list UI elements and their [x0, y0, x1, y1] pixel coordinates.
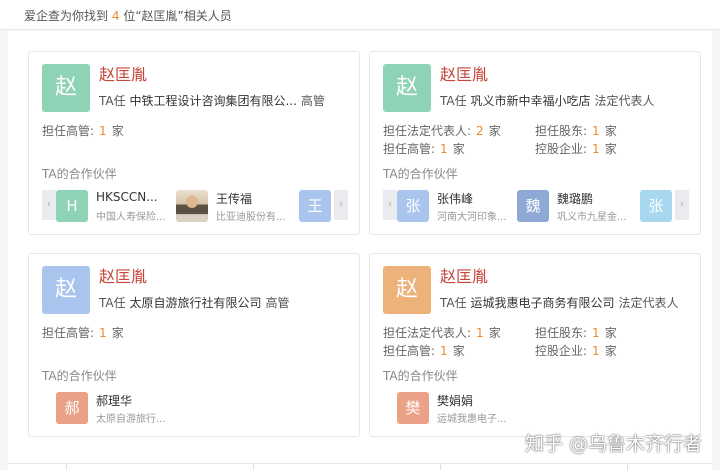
partner-avatar: 郝: [56, 392, 88, 424]
stat-shareholder[interactable]: 担任股东: 1 家: [535, 122, 617, 139]
stat-holding[interactable]: 控股企业: 1 家: [535, 342, 617, 359]
person-name-link[interactable]: 赵匡胤: [99, 263, 147, 287]
partners-title: TA的合作伙伴: [42, 167, 117, 181]
results-count: 4: [111, 9, 120, 23]
chevron-right-icon[interactable]: ›: [334, 190, 348, 220]
partner-company: 运城我惠电子...: [437, 414, 507, 425]
partner-avatar-partial[interactable]: 张: [640, 190, 672, 222]
partner-item[interactable]: 魏 魏璐鹏 巩义市九星金...: [517, 188, 637, 224]
partner-avatar: 魏: [517, 190, 549, 222]
stat-executive[interactable]: 担任高管: 1 家: [383, 140, 465, 157]
stat-shareholder[interactable]: 担任股东: 1 家: [535, 324, 617, 341]
partners-list: 郝 郝理华 太原自游旅行...: [42, 390, 348, 426]
results-summary: 爱企查为你找到 4 位“赵匡胤”相关人员: [24, 9, 232, 23]
partner-avatar: 张: [397, 190, 429, 222]
partner-item[interactable]: 樊 樊娟娟 运城我惠电子...: [397, 390, 517, 426]
partner-photo-avatar: [176, 190, 208, 222]
company-link[interactable]: 巩义市新中幸福小吃店: [470, 94, 590, 108]
role-tag: 高管: [300, 94, 325, 108]
bottom-tick: [253, 463, 254, 470]
partner-item[interactable]: 郝 郝理华 太原自游旅行...: [56, 390, 176, 426]
partner-item[interactable]: H HKSCCN... 中国人寿保险...: [56, 188, 176, 224]
results-panel: 赵 赵匡胤 TA任 中铁工程设计咨询集团有限公... 高管 担任高管: 1 家 TA的…: [8, 31, 712, 470]
role-line: TA任 太原自游旅行社有限公司 高管: [99, 296, 290, 310]
person-card[interactable]: 赵 赵匡胤 TA任 太原自游旅行社有限公司 高管 担任高管: 1 家 TA的合作伙伴 …: [28, 253, 360, 437]
person-card[interactable]: 赵 赵匡胤 TA任 中铁工程设计咨询集团有限公... 高管 担任高管: 1 家 TA的…: [28, 51, 360, 235]
chevron-left-icon[interactable]: ‹: [42, 190, 56, 220]
partner-company: 中国人寿保险...: [96, 212, 166, 223]
person-avatar[interactable]: 赵: [383, 64, 431, 112]
person-avatar[interactable]: 赵: [42, 64, 90, 112]
partners-title: TA的合作伙伴: [42, 369, 117, 383]
partner-avatar: 樊: [397, 392, 429, 424]
partners-title: TA的合作伙伴: [383, 369, 458, 383]
person-card[interactable]: 赵 赵匡胤 TA任 巩义市新中幸福小吃店 法定代表人 担任法定代表人: 2 家 担任股…: [369, 51, 701, 235]
company-link[interactable]: 太原自游旅行社有限公司: [129, 296, 261, 310]
partner-name[interactable]: 樊娟娟: [437, 392, 515, 409]
person-avatar[interactable]: 赵: [383, 266, 431, 314]
partner-company: 太原自游旅行...: [96, 414, 166, 425]
partner-name[interactable]: HKSCCN...: [96, 190, 174, 204]
bottom-divider: [8, 463, 712, 464]
partner-company: 比亚迪股份有...: [216, 212, 286, 223]
partner-name[interactable]: 郝理华: [96, 392, 174, 409]
partners-title: TA的合作伙伴: [383, 167, 458, 181]
partner-item[interactable]: 王传福 比亚迪股份有...: [176, 188, 296, 224]
stat-executive[interactable]: 担任高管: 1 家: [383, 342, 465, 359]
chevron-left-icon[interactable]: ‹: [383, 190, 397, 220]
person-name-link[interactable]: 赵匡胤: [440, 263, 488, 287]
partner-name[interactable]: 王传福: [216, 190, 294, 207]
stat-executive[interactable]: 担任高管: 1 家: [42, 122, 124, 139]
partner-item[interactable]: 张 张伟峰 河南大河印象...: [397, 188, 517, 224]
watermark: 知乎 @乌鲁木齐行者: [524, 433, 702, 455]
person-name-link[interactable]: 赵匡胤: [440, 61, 488, 85]
partners-carousel: ‹ 张 张伟峰 河南大河印象... 魏 魏璐鹏 巩义市九星金... 张 ›: [383, 188, 689, 224]
partners-list: 樊 樊娟娟 运城我惠电子...: [383, 390, 689, 426]
person-avatar[interactable]: 赵: [42, 266, 90, 314]
bottom-tick: [627, 463, 628, 470]
company-link[interactable]: 中铁工程设计咨询集团有限公...: [129, 94, 296, 108]
role-tag: 高管: [265, 296, 290, 310]
partner-company: 巩义市九星金...: [557, 212, 627, 223]
bottom-tick: [66, 463, 67, 470]
role-tag: 法定代表人: [594, 94, 655, 108]
partner-name[interactable]: 魏璐鹏: [557, 190, 635, 207]
face-icon: [186, 195, 198, 208]
partner-avatar: H: [56, 190, 88, 222]
bottom-tick: [440, 463, 441, 470]
role-line: TA任 中铁工程设计咨询集团有限公... 高管: [99, 94, 325, 108]
stat-executive[interactable]: 担任高管: 1 家: [42, 324, 124, 341]
role-line: TA任 运城我惠电子商务有限公司 法定代表人: [440, 296, 679, 310]
partner-name[interactable]: 张伟峰: [437, 190, 515, 207]
partner-avatar-partial[interactable]: 王: [299, 190, 331, 222]
partners-carousel: ‹ H HKSCCN... 中国人寿保险... 王传福 比亚迪股份有... 王 …: [42, 188, 348, 224]
stat-legal-rep[interactable]: 担任法定代表人: 1 家: [383, 324, 501, 341]
results-header: 爱企查为你找到 4 位“赵匡胤”相关人员: [0, 0, 720, 30]
partner-company: 河南大河印象...: [437, 212, 507, 223]
chevron-right-icon[interactable]: ›: [675, 190, 689, 220]
person-card[interactable]: 赵 赵匡胤 TA任 运城我惠电子商务有限公司 法定代表人 担任法定代表人: 1 家 担…: [369, 253, 701, 437]
stat-legal-rep[interactable]: 担任法定代表人: 2 家: [383, 122, 501, 139]
role-line: TA任 巩义市新中幸福小吃店 法定代表人: [440, 94, 655, 108]
role-tag: 法定代表人: [618, 296, 679, 310]
stat-holding[interactable]: 控股企业: 1 家: [535, 140, 617, 157]
company-link[interactable]: 运城我惠电子商务有限公司: [470, 296, 614, 310]
person-name-link[interactable]: 赵匡胤: [99, 61, 147, 85]
